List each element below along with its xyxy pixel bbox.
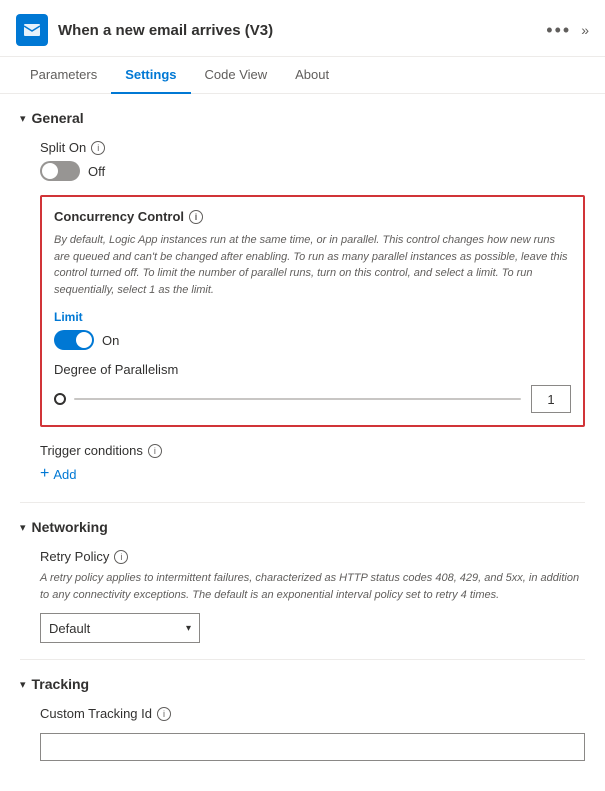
retry-policy-info-icon[interactable]: i [114,550,128,564]
custom-tracking-id-input[interactable] [40,733,585,761]
networking-section-header[interactable]: ▾ Networking [20,519,585,535]
concurrency-toggle-thumb [76,332,92,348]
tabs-bar: Parameters Settings Code View About [0,57,605,94]
concurrency-toggle[interactable] [54,330,94,350]
split-on-toggle-label: Off [88,164,105,179]
custom-tracking-id-label: Custom Tracking Id i [40,706,585,721]
retry-policy-selected: Default [49,621,90,636]
slider-thumb-icon [54,393,66,405]
concurrency-toggle-label: On [102,333,119,348]
retry-policy-description: A retry policy applies to intermittent f… [40,570,585,603]
tab-settings[interactable]: Settings [111,57,190,94]
tracking-section-header[interactable]: ▾ Tracking [20,676,585,692]
header-actions: ••• » [546,20,589,41]
split-on-toggle-wrapper: Off [40,161,585,181]
concurrency-toggle-wrapper: On [54,330,571,350]
general-section-header[interactable]: ▾ General [20,110,585,126]
tab-code-view[interactable]: Code View [191,57,282,94]
parallelism-value[interactable]: 1 [531,385,571,413]
section-divider-1 [20,502,585,503]
degree-of-parallelism-label: Degree of Parallelism [54,362,571,377]
header-title: When a new email arrives (V3) [58,22,546,39]
custom-tracking-id-field: Custom Tracking Id i [40,706,585,761]
add-plus-icon: + [40,466,49,482]
more-options-button[interactable]: ••• [546,20,571,41]
split-on-label: Split On i [40,140,585,155]
concurrency-info-icon[interactable]: i [189,210,203,224]
parallelism-slider-row: 1 [54,385,571,413]
parallelism-slider[interactable] [54,393,521,405]
limit-label: Limit [54,310,571,324]
header: When a new email arrives (V3) ••• » [0,0,605,57]
split-on-toggle-thumb [42,163,58,179]
tab-about[interactable]: About [281,57,343,94]
trigger-conditions-info-icon[interactable]: i [148,444,162,458]
general-section-title: General [32,110,84,126]
networking-chevron-icon: ▾ [20,521,26,534]
add-trigger-condition-button[interactable]: + Add [40,466,76,482]
split-on-toggle-track[interactable] [40,161,80,181]
collapse-button[interactable]: » [581,22,589,38]
custom-tracking-id-info-icon[interactable]: i [157,707,171,721]
dropdown-arrow-icon: ▾ [186,623,191,634]
slider-track [74,398,521,400]
split-on-field: Split On i Off [40,140,585,181]
retry-policy-dropdown[interactable]: Default ▾ [40,613,200,643]
general-chevron-icon: ▾ [20,112,26,125]
settings-content: ▾ General Split On i Off Concurrency Con… [0,94,605,791]
concurrency-toggle-track[interactable] [54,330,94,350]
trigger-conditions-label: Trigger conditions i [40,443,585,458]
app-icon [16,14,48,46]
retry-policy-field: Retry Policy i A retry policy applies to… [40,549,585,643]
tab-parameters[interactable]: Parameters [16,57,111,94]
trigger-conditions-field: Trigger conditions i + Add [40,443,585,482]
networking-section-title: Networking [32,519,108,535]
concurrency-description: By default, Logic App instances run at t… [54,232,571,298]
concurrency-control-title: Concurrency Control i [54,209,571,224]
concurrency-control-box: Concurrency Control i By default, Logic … [40,195,585,427]
tracking-chevron-icon: ▾ [20,678,26,691]
split-on-info-icon[interactable]: i [91,141,105,155]
section-divider-2 [20,659,585,660]
tracking-section-title: Tracking [32,676,90,692]
retry-policy-label: Retry Policy i [40,549,585,564]
split-on-toggle[interactable] [40,161,80,181]
